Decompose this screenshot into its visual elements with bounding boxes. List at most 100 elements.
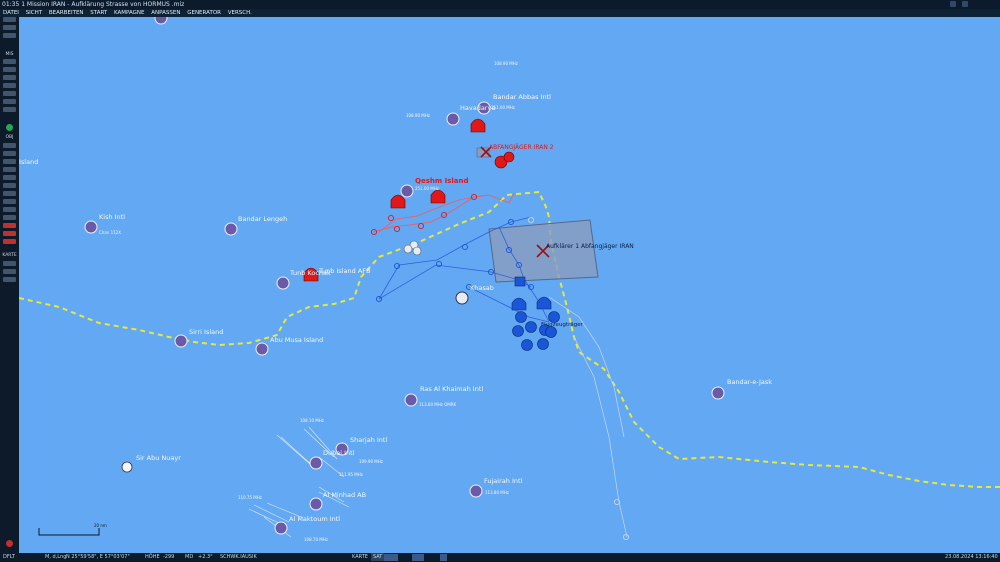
map-mode-button[interactable]	[384, 554, 398, 561]
tool-button[interactable]	[3, 269, 16, 274]
ship-blue-icon[interactable]	[536, 296, 552, 310]
title-bar: 01:35 1 Mission IRAN - Aufklärung Strass…	[0, 0, 1000, 9]
airbase-icon[interactable]	[404, 393, 418, 407]
tool-button[interactable]	[3, 167, 16, 172]
menu-sicht[interactable]: SICHT	[26, 10, 42, 16]
airbase-icon[interactable]	[274, 521, 288, 535]
waypoint-blue[interactable]	[435, 260, 443, 268]
waypoint-blue[interactable]	[461, 243, 469, 251]
label-al-maktoum: Al Maktoum Intl	[289, 515, 340, 523]
tool-button[interactable]	[3, 159, 16, 164]
aircraft-red-icon[interactable]	[503, 151, 515, 163]
tool-button[interactable]	[3, 277, 16, 282]
karte-select[interactable]: SAT	[371, 553, 385, 561]
tool-button[interactable]	[3, 59, 16, 64]
menu-datei[interactable]: DATEI	[3, 10, 19, 16]
tool-button[interactable]	[3, 215, 16, 220]
tool-button[interactable]	[3, 231, 16, 236]
freq-label: 108.70 MHz	[304, 537, 328, 542]
label-bandar-abbas: Bandar Abbas Intl	[493, 93, 551, 101]
aircraft-blue-icon[interactable]	[548, 311, 560, 323]
tool-button[interactable]	[3, 107, 16, 112]
karte-label: KARTE	[352, 554, 368, 560]
airbase-icon[interactable]	[309, 497, 323, 511]
airbase-icon[interactable]	[84, 220, 98, 234]
wifi-icon	[950, 1, 956, 7]
aircraft-blue-icon[interactable]	[515, 311, 527, 323]
tool-button[interactable]	[3, 83, 16, 88]
airbase-icon[interactable]	[224, 222, 238, 236]
md-value: +2.3°	[198, 554, 213, 560]
aircraft-blue-icon[interactable]	[521, 339, 533, 351]
airbase-icon[interactable]	[174, 334, 188, 348]
aircraft-blue-icon[interactable]	[514, 276, 526, 287]
label-qeshm: Qeshm Island	[415, 177, 468, 185]
waypoint-red[interactable]	[387, 214, 395, 222]
freq-label: 108.90 MHz	[406, 113, 430, 118]
obj-label: OBJ	[5, 135, 14, 140]
label-dubai: Dubai Intl	[323, 449, 355, 457]
waypoint-grey[interactable]	[412, 246, 422, 256]
tool-button[interactable]	[3, 143, 16, 148]
tool-button[interactable]	[3, 25, 16, 30]
airbase-icon[interactable]	[469, 484, 483, 498]
freq-label: 109.90 MHz	[359, 459, 383, 464]
coord-label: M, d,Lng	[45, 554, 67, 560]
label-tunb: Tunb Island AFB	[318, 267, 370, 275]
tool-button[interactable]	[3, 207, 16, 212]
menu-start[interactable]: START	[90, 10, 107, 16]
waypoint-red[interactable]	[417, 222, 425, 230]
route-line	[548, 296, 625, 438]
aircraft-blue-icon[interactable]	[545, 326, 557, 338]
tool-button[interactable]	[3, 151, 16, 156]
help-icon[interactable]	[6, 124, 13, 131]
mis-label: MIS	[5, 52, 14, 57]
tool-button[interactable]	[3, 199, 16, 204]
tool-button[interactable]	[3, 75, 16, 80]
waypoint-grey[interactable]	[403, 244, 413, 254]
tool-button[interactable]	[3, 67, 16, 72]
label-bandar-e-jask: Bandar-e-Jask	[727, 378, 772, 386]
tool-button[interactable]	[3, 175, 16, 180]
tool-button[interactable]	[3, 239, 16, 244]
ship-blue-icon[interactable]	[511, 297, 527, 311]
mission-map[interactable]: Bandar Abbas Intl Havadarya Kish Intl Ba…	[18, 11, 1000, 553]
waypoint-grey[interactable]	[622, 533, 630, 541]
airbase-icon[interactable]	[255, 342, 269, 356]
khasab-airbase-icon[interactable]	[455, 291, 469, 305]
tool-button[interactable]	[3, 99, 16, 104]
aircraft-blue-icon[interactable]	[525, 321, 537, 333]
tool-button[interactable]	[3, 261, 16, 266]
airbase-icon[interactable]	[446, 112, 460, 126]
aircraft-blue-icon[interactable]	[537, 338, 549, 350]
tool-button[interactable]	[3, 191, 16, 196]
sam-red-icon[interactable]	[430, 189, 446, 204]
menu-anpassen[interactable]: ANPASSEN	[151, 10, 180, 16]
sam-red-icon[interactable]	[470, 118, 486, 133]
tool-button[interactable]	[3, 223, 16, 228]
menu-bearbeiten[interactable]: BEARBEITEN	[49, 10, 84, 16]
record-icon[interactable]	[6, 540, 13, 547]
airbase-icon[interactable]	[154, 11, 168, 25]
waypoint-grey[interactable]	[527, 216, 535, 224]
tool-button[interactable]	[3, 33, 16, 38]
waypoint-red[interactable]	[393, 225, 401, 233]
menu-versch[interactable]: VERSCH.	[228, 10, 252, 16]
airbase-icon[interactable]	[400, 184, 414, 198]
airbase-icon[interactable]	[276, 276, 290, 290]
mode-select[interactable]: DFLT	[3, 553, 15, 562]
label-khasab: Khasab	[470, 284, 494, 292]
layer-button[interactable]	[412, 554, 424, 561]
tool-button[interactable]	[3, 17, 16, 22]
tool-button[interactable]	[3, 91, 16, 96]
airbase-icon[interactable]	[121, 461, 133, 473]
zoom-button[interactable]	[440, 554, 447, 561]
airbase-icon[interactable]	[309, 456, 323, 470]
menu-generator[interactable]: GENERATOR	[187, 10, 221, 16]
tool-button[interactable]	[3, 183, 16, 188]
sam-red-icon[interactable]	[390, 194, 406, 209]
menu-kampagne[interactable]: KAMPAGNE	[114, 10, 145, 16]
airbase-icon[interactable]	[711, 386, 725, 400]
label-red-group: ABFANGJÄGER IRAN 2	[489, 144, 554, 151]
aircraft-blue-icon[interactable]	[512, 325, 524, 337]
